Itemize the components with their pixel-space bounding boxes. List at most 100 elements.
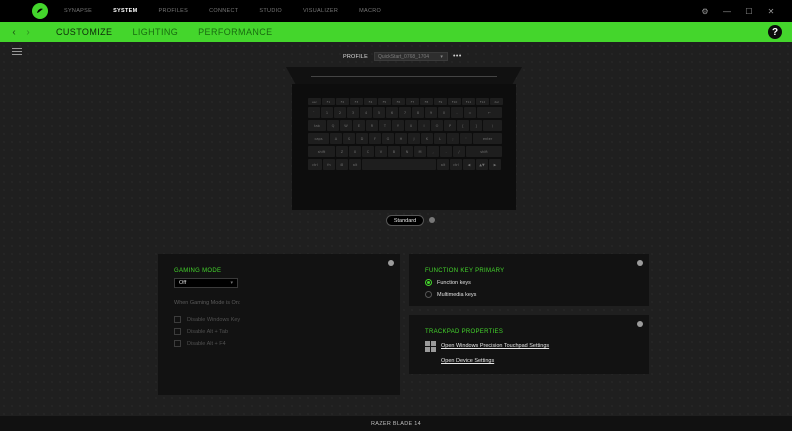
profile-dropdown[interactable]: QuickStart_0768_1704 ▾	[373, 52, 448, 61]
disable-alt-f4-checkbox[interactable]: Disable Alt + F4	[174, 340, 226, 347]
standard-layout-button[interactable]: Standard	[386, 215, 424, 226]
info-icon[interactable]	[429, 217, 435, 223]
key-arrow-up-down[interactable]: ▲▼	[476, 159, 488, 170]
key-windows[interactable]: ⊞	[336, 159, 348, 170]
key-w[interactable]: W	[340, 120, 352, 131]
key-y[interactable]: Y	[392, 120, 404, 131]
key-f8[interactable]: F8	[420, 98, 433, 105]
key-f4[interactable]: F4	[364, 98, 377, 105]
key-f3[interactable]: F3	[350, 98, 363, 105]
key-2[interactable]: 2	[334, 107, 346, 118]
key-f9[interactable]: F9	[434, 98, 447, 105]
key-j[interactable]: J	[408, 133, 420, 144]
key-i[interactable]: I	[418, 120, 430, 131]
key-f12[interactable]: F12	[476, 98, 489, 105]
top-nav-studio[interactable]: STUDIO	[259, 8, 282, 14]
function-key-info-icon[interactable]	[637, 260, 643, 266]
razer-logo-icon[interactable]	[32, 3, 48, 19]
top-nav-macro[interactable]: MACRO	[359, 8, 381, 14]
key-o[interactable]: O	[431, 120, 443, 131]
gaming-mode-dropdown[interactable]: Off ▾	[174, 278, 238, 288]
key-v[interactable]: V	[375, 146, 387, 157]
key-g[interactable]: G	[382, 133, 394, 144]
key-7[interactable]: 7	[399, 107, 411, 118]
key-f10[interactable]: F10	[448, 98, 461, 105]
minimize-icon[interactable]: —	[716, 0, 738, 22]
key-c[interactable]: C	[362, 146, 374, 157]
key-right-alt[interactable]: alt	[437, 159, 449, 170]
top-nav-system[interactable]: SYSTEM	[113, 8, 137, 14]
key-backspace[interactable]: ←	[477, 107, 502, 118]
key-l[interactable]: L	[434, 133, 446, 144]
key-right-shift[interactable]: shift	[466, 146, 502, 157]
key-left-alt[interactable]: alt	[349, 159, 361, 170]
key-t[interactable]: T	[379, 120, 391, 131]
top-nav-profiles[interactable]: PROFILES	[159, 8, 189, 14]
key-3[interactable]: 3	[347, 107, 359, 118]
key-fn[interactable]: fn	[323, 159, 335, 170]
maximize-icon[interactable]: ☐	[738, 0, 760, 22]
key-f1[interactable]: F1	[322, 98, 335, 105]
key-z[interactable]: Z	[336, 146, 348, 157]
key-f6[interactable]: F6	[392, 98, 405, 105]
key-h[interactable]: H	[395, 133, 407, 144]
key-b[interactable]: B	[388, 146, 400, 157]
key-q[interactable]: Q	[327, 120, 339, 131]
key-period[interactable]: .	[440, 146, 452, 157]
back-arrow-icon[interactable]: ‹	[8, 27, 20, 38]
key-n[interactable]: N	[401, 146, 413, 157]
settings-gear-icon[interactable]: ⚙	[694, 0, 716, 22]
disable-alt-tab-checkbox[interactable]: Disable Alt + Tab	[174, 328, 228, 335]
key-left-ctrl[interactable]: ctrl	[308, 159, 322, 170]
key-m[interactable]: M	[414, 146, 426, 157]
key-r[interactable]: R	[366, 120, 378, 131]
gaming-mode-info-icon[interactable]	[388, 260, 394, 266]
key-f11[interactable]: F11	[462, 98, 475, 105]
help-icon[interactable]: ?	[768, 25, 782, 39]
key-semicolon[interactable]: ;	[447, 133, 459, 144]
top-nav-visualizer[interactable]: VISUALIZER	[303, 8, 338, 14]
tab-lighting[interactable]: LIGHTING	[132, 27, 178, 37]
key-minus[interactable]: -	[451, 107, 463, 118]
disable-windows-key-checkbox[interactable]: Disable Windows Key	[174, 316, 240, 323]
key-esc[interactable]: esc	[308, 98, 321, 105]
top-nav-synapse[interactable]: SYNAPSE	[64, 8, 92, 14]
key-f2[interactable]: F2	[336, 98, 349, 105]
key-left-shift[interactable]: shift	[308, 146, 335, 157]
key-comma[interactable]: ,	[427, 146, 439, 157]
key-del[interactable]: del	[490, 98, 503, 105]
key-f5[interactable]: F5	[378, 98, 391, 105]
tab-performance[interactable]: PERFORMANCE	[198, 27, 272, 37]
function-keys-radio[interactable]: Function keys	[425, 279, 471, 286]
device-settings-link[interactable]: Open Device Settings	[441, 358, 494, 364]
key-p[interactable]: P	[444, 120, 456, 131]
key-left-bracket[interactable]: [	[457, 120, 469, 131]
key-arrow-left[interactable]: ◀	[463, 159, 475, 170]
tab-customize[interactable]: CUSTOMIZE	[56, 27, 112, 37]
key-f[interactable]: F	[369, 133, 381, 144]
key-f7[interactable]: F7	[406, 98, 419, 105]
key-x[interactable]: X	[349, 146, 361, 157]
key-backtick[interactable]: `	[308, 107, 320, 118]
more-options-icon[interactable]: •••	[453, 53, 462, 60]
forward-arrow-icon[interactable]: ›	[22, 27, 34, 38]
key-k[interactable]: K	[421, 133, 433, 144]
key-right-bracket[interactable]: ]	[470, 120, 482, 131]
key-right-ctrl[interactable]: ctrl	[450, 159, 462, 170]
key-backslash[interactable]: \	[483, 120, 502, 131]
key-9[interactable]: 9	[425, 107, 437, 118]
key-8[interactable]: 8	[412, 107, 424, 118]
hamburger-menu-icon[interactable]	[12, 48, 22, 57]
top-nav-connect[interactable]: CONNECT	[209, 8, 238, 14]
key-e[interactable]: E	[353, 120, 365, 131]
key-a[interactable]: A	[330, 133, 342, 144]
key-caps[interactable]: caps	[308, 133, 329, 144]
key-s[interactable]: S	[343, 133, 355, 144]
key-1[interactable]: 1	[321, 107, 333, 118]
key-0[interactable]: 0	[438, 107, 450, 118]
key-space[interactable]	[362, 159, 436, 170]
key-d[interactable]: D	[356, 133, 368, 144]
key-5[interactable]: 5	[373, 107, 385, 118]
key-equals[interactable]: =	[464, 107, 476, 118]
key-4[interactable]: 4	[360, 107, 372, 118]
